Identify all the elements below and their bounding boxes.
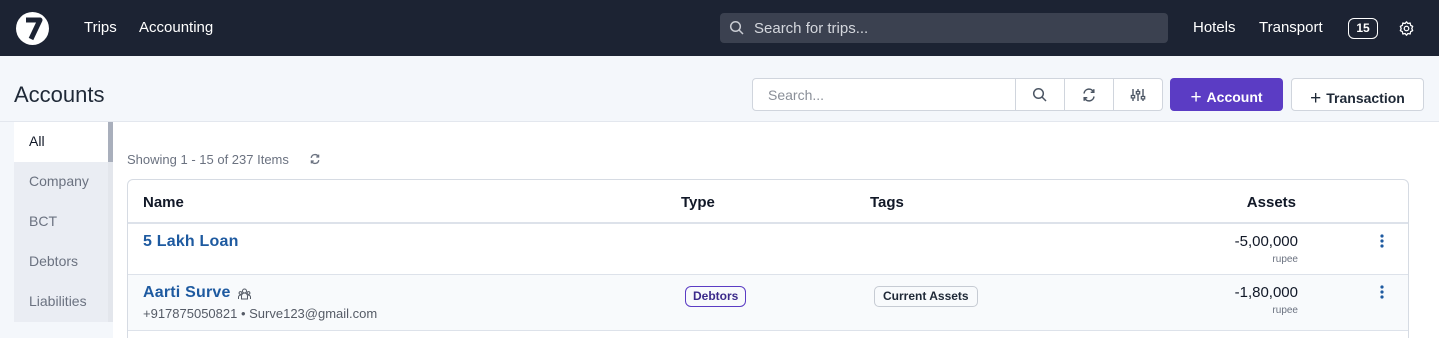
nav-accounting[interactable]: Accounting bbox=[139, 19, 213, 36]
more-options-icon[interactable] bbox=[1380, 234, 1384, 248]
account-name-link[interactable]: Aarti Surve bbox=[143, 284, 231, 302]
search-icon bbox=[729, 20, 744, 35]
account-search-input[interactable]: Search... bbox=[752, 78, 1016, 111]
add-account-label: Account bbox=[1206, 89, 1263, 105]
asset-unit: rupee bbox=[1272, 254, 1298, 265]
filter-settings-button[interactable] bbox=[1114, 78, 1163, 111]
refresh-icon[interactable] bbox=[309, 153, 321, 165]
header-divider bbox=[128, 222, 1408, 224]
tab-liabilities[interactable]: Liabilities bbox=[14, 282, 109, 322]
search-icon bbox=[1032, 87, 1047, 102]
row-divider bbox=[128, 330, 1408, 331]
tab-company[interactable]: Company bbox=[14, 162, 109, 202]
nav-transport[interactable]: Transport bbox=[1259, 19, 1323, 36]
tab-debtors[interactable]: Debtors bbox=[14, 242, 109, 282]
top-navbar: Trips Accounting Search for trips... Hot… bbox=[0, 0, 1439, 56]
trip-search-input[interactable]: Search for trips... bbox=[720, 13, 1168, 43]
gear-icon[interactable] bbox=[1398, 20, 1415, 37]
add-transaction-label: Transaction bbox=[1326, 90, 1405, 106]
app-logo-icon[interactable] bbox=[16, 12, 49, 45]
column-header-type[interactable]: Type bbox=[681, 194, 715, 211]
tab-bct[interactable]: BCT bbox=[14, 202, 109, 242]
account-type-tabs: All Company BCT Debtors Liabilities bbox=[14, 122, 113, 322]
account-contact: +917875050821 • Surve123@gmail.com bbox=[143, 306, 378, 321]
plus-icon: + bbox=[1310, 88, 1322, 109]
plus-icon: + bbox=[1190, 87, 1202, 108]
refresh-icon bbox=[1083, 88, 1095, 102]
more-options-icon[interactable] bbox=[1380, 285, 1384, 299]
accounts-table: Name Type Tags Assets 5 Lakh Loan -5,00,… bbox=[127, 179, 1409, 338]
column-header-name[interactable]: Name bbox=[143, 194, 184, 211]
tag-badge: Current Assets bbox=[874, 286, 978, 307]
trip-search-placeholder: Search for trips... bbox=[754, 20, 869, 37]
type-badge: Debtors bbox=[685, 286, 747, 307]
column-header-assets[interactable]: Assets bbox=[1247, 194, 1296, 211]
page-title: Accounts bbox=[14, 82, 105, 107]
asset-unit: rupee bbox=[1272, 305, 1298, 316]
search-button[interactable] bbox=[1016, 78, 1065, 111]
column-header-tags[interactable]: Tags bbox=[870, 194, 904, 211]
refresh-button[interactable] bbox=[1065, 78, 1114, 111]
add-transaction-button[interactable]: + Transaction bbox=[1291, 78, 1424, 111]
tab-all[interactable]: All bbox=[14, 122, 109, 162]
nav-trips[interactable]: Trips bbox=[84, 19, 117, 36]
group-icon bbox=[238, 288, 251, 300]
account-name-link[interactable]: 5 Lakh Loan bbox=[143, 233, 239, 251]
sliders-icon bbox=[1130, 89, 1146, 101]
asset-amount: -5,00,000 bbox=[1234, 233, 1298, 250]
asset-amount: -1,80,000 bbox=[1234, 284, 1298, 301]
item-count-text: Showing 1 - 15 of 237 Items bbox=[127, 152, 289, 167]
table-row[interactable]: Aarti Surve +917875050821 • Surve123@gma… bbox=[128, 275, 1408, 331]
nav-hotels[interactable]: Hotels bbox=[1193, 19, 1236, 36]
add-account-button[interactable]: + Account bbox=[1170, 78, 1283, 111]
account-search-placeholder: Search... bbox=[768, 87, 825, 103]
notification-count-badge[interactable]: 15 bbox=[1348, 18, 1378, 39]
